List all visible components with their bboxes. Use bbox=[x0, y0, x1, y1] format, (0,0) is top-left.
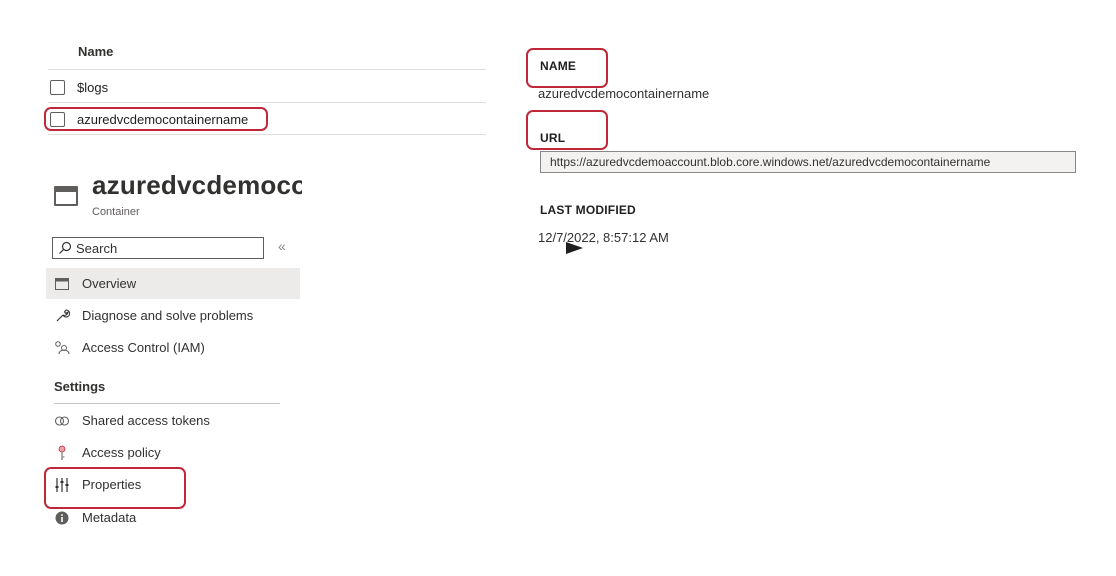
key-icon bbox=[54, 445, 70, 461]
row-divider bbox=[48, 134, 486, 135]
name-value: azuredvcdemocontainername bbox=[538, 86, 710, 101]
nav-item-overview[interactable]: Overview bbox=[46, 268, 300, 299]
info-icon bbox=[54, 510, 70, 526]
nav-item-label: Shared access tokens bbox=[82, 413, 210, 428]
search-input[interactable] bbox=[76, 240, 256, 256]
collapse-menu-button[interactable]: « bbox=[278, 238, 286, 254]
last-modified-label: LAST MODIFIED bbox=[540, 203, 636, 217]
name-column-header[interactable]: Name bbox=[78, 44, 113, 59]
nav-item-metadata[interactable]: Metadata bbox=[46, 502, 300, 533]
nav-item-label: Overview bbox=[82, 276, 137, 291]
container-name[interactable]: $logs bbox=[77, 80, 108, 95]
page-title: azuredvcdemocont bbox=[92, 170, 302, 200]
url-label: URL bbox=[540, 131, 566, 145]
row-checkbox[interactable] bbox=[50, 79, 65, 95]
highlight-url-label bbox=[526, 110, 608, 150]
nav-item-label: Access policy bbox=[82, 445, 161, 460]
search-box[interactable] bbox=[52, 237, 264, 259]
cursor-icon bbox=[566, 242, 583, 254]
nav-item-access-policy[interactable]: Access policy bbox=[46, 437, 300, 468]
nav-item-shared-access-tokens[interactable]: Shared access tokens bbox=[46, 405, 300, 436]
url-field[interactable]: https://azuredvcdemoaccount.blob.core.wi… bbox=[540, 151, 1076, 173]
last-modified-value: 12/7/2022, 8:57:12 AM bbox=[538, 230, 669, 245]
page-subtitle: Container bbox=[92, 206, 140, 218]
name-label: NAME bbox=[540, 59, 577, 73]
link-icon bbox=[54, 413, 70, 429]
row-divider bbox=[48, 69, 486, 70]
table-row[interactable]: $logs bbox=[48, 72, 486, 102]
wrench-icon bbox=[54, 308, 70, 324]
search-icon bbox=[59, 241, 72, 254]
nav-item-label: Metadata bbox=[82, 510, 137, 525]
section-divider bbox=[54, 403, 280, 404]
nav-item-diagnose[interactable]: Diagnose and solve problems bbox=[46, 300, 300, 331]
highlight-container-row bbox=[44, 107, 268, 131]
row-divider bbox=[48, 102, 486, 103]
nav-item-label: Access Control (IAM) bbox=[82, 340, 205, 355]
nav-item-label: Diagnose and solve problems bbox=[82, 308, 254, 323]
overview-icon bbox=[54, 276, 70, 292]
people-icon bbox=[54, 340, 70, 356]
nav-item-access-control[interactable]: Access Control (IAM) bbox=[46, 332, 300, 363]
settings-section-header: Settings bbox=[54, 379, 106, 394]
container-icon bbox=[54, 186, 78, 206]
